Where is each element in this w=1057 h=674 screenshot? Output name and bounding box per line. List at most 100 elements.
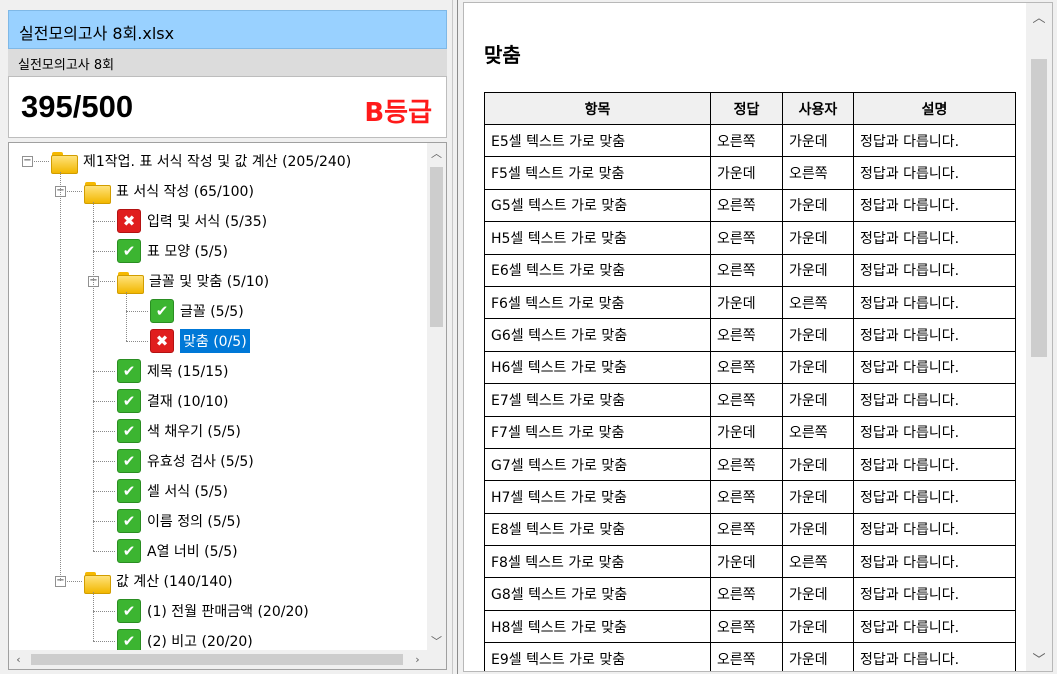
tree-node-label: (2) 비고 (20/20) [147,634,253,650]
left-panel: 실전모의고사 8회.xlsx 실전모의고사 8회 395/500 B등급 제1작… [0,0,452,674]
tree-node-label: 결재 (10/10) [147,394,229,410]
tree-node[interactable]: ✔ (1) 전월 판매금액 (20/20) [117,596,309,626]
user-cell: 오른쪽 [782,285,854,320]
tree-node[interactable]: ✔ (2) 비고 (20/20) [117,626,253,650]
description-cell: 정답과 다릅니다. [853,545,1016,579]
tree-node-label: 표 모양 (5/5) [147,244,228,260]
scroll-up-icon[interactable]: ︿ [427,143,446,162]
folder-icon [84,180,111,204]
tree-node[interactable]: ✔ 제목 (15/15) [117,356,228,386]
item-cell: F8셀 텍스트 가로 맞춤 [484,545,711,579]
table-row: G7셀 텍스트 가로 맞춤 오른쪽 가운데 정답과 다릅니다. [484,447,1016,482]
tree-node[interactable]: 제1작업. 표 서식 작성 및 값 계산 (205/240) [51,146,351,176]
tree-node-label: 이름 정의 (5/5) [147,514,241,530]
item-cell: E5셀 텍스트 가로 맞춤 [484,123,711,158]
answer-cell: 오른쪽 [710,642,783,671]
panel-splitter[interactable] [452,0,458,674]
user-cell: 가운데 [782,609,854,644]
item-cell: H5셀 텍스트 가로 맞춤 [484,221,711,255]
tree-node[interactable]: ✔ 글꼴 (5/5) [150,296,244,326]
user-cell: 오른쪽 [782,415,854,449]
tree-node[interactable]: ✖ 입력 및 서식 (5/35) [117,206,267,236]
description-cell: 정답과 다릅니다. [853,350,1016,385]
scroll-left-icon[interactable]: ‹ [9,650,28,669]
tree-connector [93,551,115,552]
scroll-thumb[interactable] [1031,59,1047,357]
tree-node[interactable]: 글꼴 및 맞춤 (5/10) [117,266,269,296]
scroll-down-icon[interactable]: ﹀ [427,631,446,650]
tree-node[interactable]: ✔ 표 모양 (5/5) [117,236,228,266]
tree-node[interactable]: 표 서식 작성 (65/100) [84,176,254,206]
answer-cell: 오른쪽 [710,350,783,385]
check-icon: ✔ [117,389,141,413]
tree-node[interactable]: ✔ 이름 정의 (5/5) [117,506,241,536]
exam-name: 실전모의고사 8회 [18,58,115,73]
table-row: E9셀 텍스트 가로 맞춤 오른쪽 가운데 정답과 다릅니다. [484,642,1016,671]
tree-connector [93,431,115,432]
tree-vertical-scrollbar[interactable]: ︿ ﹀ [427,143,446,650]
table-body: E5셀 텍스트 가로 맞춤 오른쪽 가운데 정답과 다릅니다. F5셀 텍스트 가로 맞… [484,123,1016,671]
check-icon: ✔ [117,479,141,503]
grading-tree[interactable]: 제1작업. 표 서식 작성 및 값 계산 (205/240) − 표 서식 작성 (… [8,142,447,670]
table-row: E8셀 텍스트 가로 맞춤 오른쪽 가운데 정답과 다릅니다. [484,512,1016,547]
user-cell: 오른쪽 [782,156,854,190]
tree-node[interactable]: ✔ 셀 서식 (5/5) [117,476,228,506]
answer-cell: 오른쪽 [710,383,783,417]
scroll-up-icon[interactable]: ︿ [1026,3,1052,29]
table-row: G6셀 텍스트 가로 맞춤 오른쪽 가운데 정답과 다릅니다. [484,318,1016,352]
tree-connector [126,341,148,342]
tree-node[interactable]: ✔ 유효성 검사 (5/5) [117,446,254,476]
item-cell: G8셀 텍스트 가로 맞춤 [484,577,711,611]
description-cell: 정답과 다릅니다. [853,415,1016,449]
check-icon: ✔ [117,539,141,563]
column-header-item: 항목 [484,92,711,125]
check-icon: ✔ [117,239,141,263]
user-cell: 가운데 [782,447,854,482]
user-cell: 가운데 [782,318,854,352]
table-row: E7셀 텍스트 가로 맞춤 오른쪽 가운데 정답과 다릅니다. [484,383,1016,417]
item-cell: F5셀 텍스트 가로 맞춤 [484,156,711,190]
tree-horizontal-scrollbar[interactable]: ‹ › [9,650,427,669]
tree-node[interactable]: ✔ A열 너비 (5/5) [117,536,238,566]
file-name: 실전모의고사 8회.xlsx [19,24,175,43]
description-cell: 정답과 다릅니다. [853,221,1016,255]
detail-vertical-scrollbar[interactable]: ︿ ﹀ [1026,3,1052,671]
collapse-icon[interactable]: − [22,156,33,167]
table-row: G5셀 텍스트 가로 맞춤 오른쪽 가운데 정답과 다릅니다. [484,188,1016,223]
cross-icon: ✖ [150,329,174,353]
description-cell: 정답과 다릅니다. [853,512,1016,547]
answer-cell: 가운데 [710,156,783,190]
tree-node[interactable]: ✔ 결재 (10/10) [117,386,228,416]
score-box: 395/500 B등급 [8,76,447,138]
user-cell: 가운데 [782,188,854,223]
answer-cell: 가운데 [710,415,783,449]
total-score: 395/500 [21,89,134,124]
tree-node-label: 제1작업. 표 서식 작성 및 값 계산 (205/240) [83,154,352,170]
detail-panel: 맞춤 항목 정답 사용자 설명 E5셀 텍스트 가로 맞춤 오른쪽 가운데 정답과 다… [463,2,1053,672]
user-cell: 가운데 [782,642,854,671]
answer-cell: 가운데 [710,545,783,579]
user-cell: 가운데 [782,577,854,611]
item-cell: G6셀 텍스트 가로 맞춤 [484,318,711,352]
description-cell: 정답과 다릅니다. [853,156,1016,190]
tree-connector [93,491,115,492]
answer-cell: 오른쪽 [710,221,783,255]
tree-node[interactable]: ✔ 색 채우기 (5/5) [117,416,241,446]
scroll-thumb[interactable] [31,654,403,665]
check-icon: ✔ [117,359,141,383]
user-cell: 가운데 [782,383,854,417]
description-cell: 정답과 다릅니다. [853,318,1016,352]
tree-node[interactable]: ✖ 맞춤 (0/5) [150,326,250,356]
tree-node-label: 셀 서식 (5/5) [147,484,228,500]
scroll-down-icon[interactable]: ﹀ [1026,645,1052,671]
user-cell: 가운데 [782,221,854,255]
tree-node-label: 입력 및 서식 (5/35) [147,214,268,230]
scroll-right-icon[interactable]: › [408,650,427,669]
answer-cell: 오른쪽 [710,123,783,158]
folder-icon [117,270,144,294]
tree-node[interactable]: 값 계산 (140/140) [84,566,233,596]
scroll-thumb[interactable] [430,167,443,327]
table-row: F8셀 텍스트 가로 맞춤 가운데 오른쪽 정답과 다릅니다. [484,545,1016,579]
table-row: H6셀 텍스트 가로 맞춤 오른쪽 가운데 정답과 다릅니다. [484,350,1016,385]
description-cell: 정답과 다릅니다. [853,383,1016,417]
